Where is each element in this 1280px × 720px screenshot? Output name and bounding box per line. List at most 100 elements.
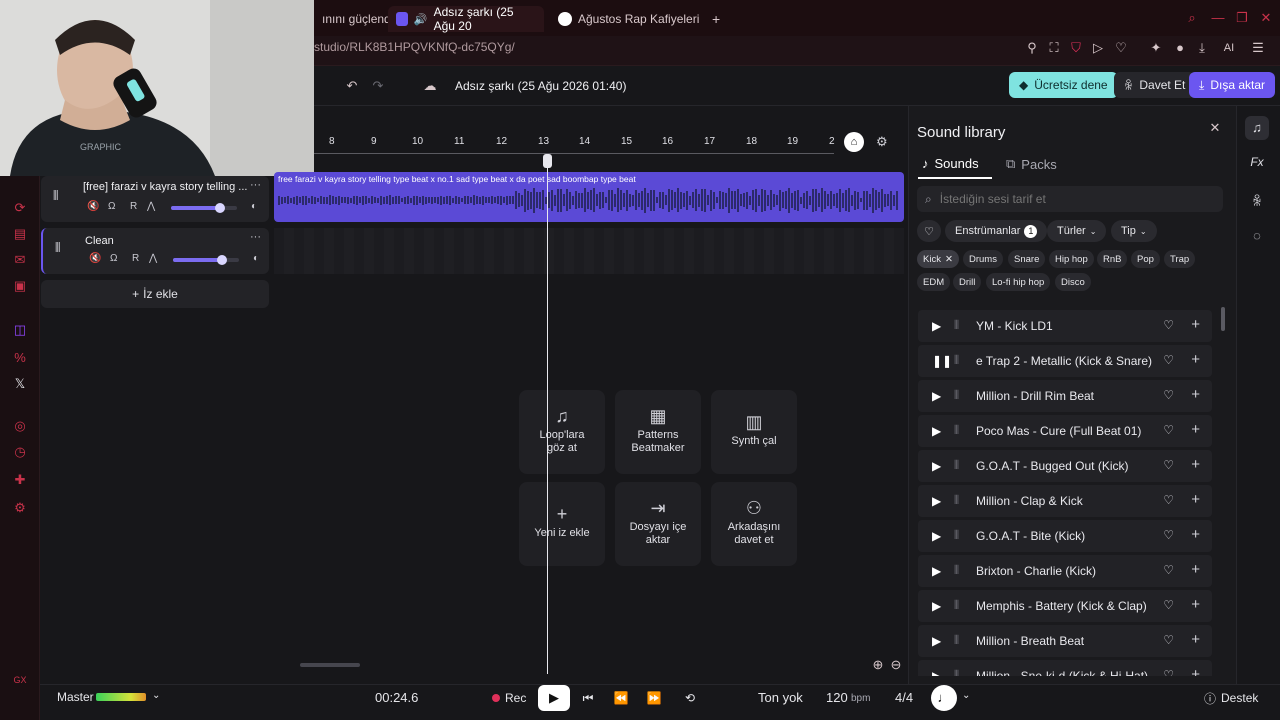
pan-knob-icon[interactable]: ◐ bbox=[253, 253, 259, 264]
invite-friend-tile[interactable]: ⚇ Arkadaşını davet et bbox=[711, 482, 797, 566]
bpm-value[interactable]: 120 bbox=[826, 690, 848, 705]
chip-rnb[interactable]: RnB bbox=[1097, 250, 1128, 268]
play-icon[interactable]: ▶ bbox=[932, 634, 944, 648]
play-icon[interactable]: ▶ bbox=[932, 529, 944, 543]
tab-sounds[interactable]: ♪ Sounds bbox=[922, 156, 979, 171]
sound-row[interactable]: ▶ ⫴ G.O.A.T - Bugged Out (Kick) ♡ + bbox=[918, 450, 1212, 482]
sound-search[interactable]: ⌕ bbox=[917, 186, 1223, 212]
try-free-button[interactable]: ◆ Ücretsiz dene bbox=[1009, 72, 1118, 98]
library-scrollbar[interactable] bbox=[1221, 307, 1225, 331]
song-title[interactable]: Adsız şarkı (25 Ağu 2026 01:40) bbox=[455, 79, 626, 93]
gx-icon[interactable]: GX bbox=[12, 672, 28, 688]
chip-pop[interactable]: Pop bbox=[1131, 250, 1160, 268]
timeline-ruler[interactable]: 8 9 10 11 12 13 14 15 16 17 18 19 2 ⌂ ⚙ bbox=[314, 130, 908, 154]
percent-icon[interactable]: % bbox=[12, 350, 28, 366]
add-sound-icon[interactable]: + bbox=[1191, 491, 1200, 508]
favorite-icon[interactable]: ♡ bbox=[1163, 318, 1174, 332]
chip-lofi[interactable]: Lo-fi hip hop bbox=[986, 273, 1051, 291]
refresh-icon[interactable]: ⟳ bbox=[12, 200, 28, 216]
heart-icon[interactable]: ♡ bbox=[1113, 40, 1129, 56]
favorite-icon[interactable]: ♡ bbox=[1163, 353, 1174, 367]
user-icon[interactable]: ● bbox=[1172, 40, 1188, 56]
horizontal-scrollbar[interactable] bbox=[300, 663, 360, 667]
playhead-handle[interactable] bbox=[543, 154, 552, 168]
chip-snare[interactable]: Snare bbox=[1008, 250, 1046, 268]
add-sound-icon[interactable]: + bbox=[1191, 421, 1200, 438]
record-arm-button[interactable]: R bbox=[130, 201, 137, 212]
sound-library-icon[interactable]: ♫ bbox=[1245, 116, 1269, 140]
favorite-icon[interactable]: ♡ bbox=[1163, 598, 1174, 612]
target-icon[interactable]: ◎ bbox=[12, 418, 28, 434]
remove-chip-icon[interactable]: ✕ bbox=[945, 254, 953, 265]
timeline-settings-icon[interactable]: ⚙ bbox=[876, 134, 888, 150]
bookmark-icon[interactable]: ⚲ bbox=[1024, 40, 1040, 56]
sound-row[interactable]: ▶ ⫴ Brixton - Charlie (Kick) ♡ + bbox=[918, 555, 1212, 587]
ai-button[interactable]: AI bbox=[1214, 40, 1244, 56]
speaker-icon[interactable]: 🔊 bbox=[414, 13, 428, 26]
clock-icon[interactable]: ◷ bbox=[12, 444, 28, 460]
browser-tab[interactable]: Ağustos Rap Kafiyeleri bbox=[550, 6, 707, 32]
url-field[interactable]: studio/RLK8B1HPQVKNfQ-dc75QYg/ bbox=[314, 40, 515, 54]
bag-icon[interactable]: ▤ bbox=[12, 226, 28, 242]
favorites-filter-button[interactable]: ♡ bbox=[917, 220, 941, 242]
media-icon[interactable]: ▣ bbox=[12, 278, 28, 294]
headphones-icon[interactable]: Ω bbox=[110, 253, 117, 264]
play-icon[interactable]: ▶ bbox=[932, 494, 944, 508]
metronome-button[interactable]: ♩ bbox=[931, 685, 957, 711]
import-file-tile[interactable]: ⇥ Dosyayı içe aktar bbox=[615, 482, 701, 566]
mute-icon[interactable]: 🔇 bbox=[87, 201, 99, 212]
screenshot-icon[interactable]: ⛶ bbox=[1046, 40, 1062, 56]
patterns-beatmaker-tile[interactable]: ▦ Patterns Beatmaker bbox=[615, 390, 701, 474]
volume-slider[interactable] bbox=[173, 255, 239, 265]
extensions-icon[interactable]: ✦ bbox=[1148, 40, 1164, 56]
master-chevron-icon[interactable]: ⌄ bbox=[152, 690, 160, 701]
track-title[interactable]: Clean bbox=[85, 235, 255, 247]
mail-icon[interactable]: ✉ bbox=[12, 252, 28, 268]
add-sound-icon[interactable]: + bbox=[1191, 596, 1200, 613]
new-track-tile[interactable]: + Yeni iz ekle bbox=[519, 482, 605, 566]
rewind-icon[interactable]: ⏪ bbox=[608, 688, 634, 708]
play-button[interactable]: ▶ bbox=[538, 685, 570, 711]
chip-disco[interactable]: Disco bbox=[1055, 273, 1091, 291]
audio-clip[interactable]: free farazi v kayra story telling type b… bbox=[274, 172, 904, 222]
time-display[interactable]: 00:24.6 bbox=[375, 690, 418, 705]
fx-button[interactable]: Fx bbox=[1245, 150, 1269, 174]
chevron-down-icon[interactable]: ⌄ bbox=[962, 690, 970, 701]
track-menu-icon[interactable]: ··· bbox=[250, 179, 261, 191]
collaborators-icon[interactable]: ꆜ bbox=[1245, 190, 1269, 214]
invite-button[interactable]: ꆜ Davet Et bbox=[1114, 72, 1196, 98]
chip-kick[interactable]: Kick ✕ bbox=[917, 250, 959, 268]
genres-filter[interactable]: Türler ⌄ bbox=[1047, 220, 1107, 242]
favorite-icon[interactable]: ♡ bbox=[1163, 563, 1174, 577]
type-filter[interactable]: Tip ⌄ bbox=[1111, 220, 1157, 242]
favorite-icon[interactable]: ♡ bbox=[1163, 423, 1174, 437]
favorite-icon[interactable]: ♡ bbox=[1163, 633, 1174, 647]
sound-row[interactable]: ▶ ⫴ Memphis - Battery (Kick & Clap) ♡ + bbox=[918, 590, 1212, 622]
undo-icon[interactable]: ↶ bbox=[344, 78, 360, 94]
add-sound-icon[interactable]: + bbox=[1191, 666, 1200, 676]
add-sound-icon[interactable]: + bbox=[1191, 561, 1200, 578]
key-selector[interactable]: Ton yok bbox=[758, 690, 803, 705]
sound-row[interactable]: ▶ ⫴ G.O.A.T - Bite (Kick) ♡ + bbox=[918, 520, 1212, 552]
automation-icon[interactable]: ⋀ bbox=[147, 201, 155, 212]
close-window-icon[interactable]: ✕ bbox=[1258, 10, 1274, 26]
tab-packs[interactable]: ⧉ Packs bbox=[1006, 156, 1057, 172]
add-sound-icon[interactable]: + bbox=[1191, 386, 1200, 403]
play-icon[interactable]: ▶ bbox=[932, 599, 944, 613]
play-icon[interactable]: ▶ bbox=[932, 564, 944, 578]
chip-hiphop[interactable]: Hip hop bbox=[1049, 250, 1094, 268]
track-title[interactable]: [free] farazi v kayra story telling ... bbox=[83, 181, 253, 193]
add-sound-icon[interactable]: + bbox=[1191, 316, 1200, 333]
loop-icon[interactable]: ⟲ bbox=[677, 688, 703, 708]
chip-edm[interactable]: EDM bbox=[917, 273, 951, 291]
browser-tab-active[interactable]: 🔊 Adsız şarkı (25 Ağu 20 bbox=[388, 5, 544, 33]
redo-icon[interactable]: ↷ bbox=[370, 78, 386, 94]
download-icon[interactable]: ⤓ bbox=[1194, 40, 1210, 56]
track-header[interactable]: ⫴ Clean ··· 🔇 Ω R ⋀ ◐ bbox=[41, 228, 269, 274]
track-lane[interactable] bbox=[274, 228, 904, 274]
favorite-icon[interactable]: ♡ bbox=[1163, 493, 1174, 507]
play-synth-tile[interactable]: ▥ Synth çal bbox=[711, 390, 797, 474]
zoom-in-icon[interactable]: ⊕ bbox=[870, 657, 886, 673]
playhead[interactable] bbox=[547, 154, 548, 674]
twitch-icon[interactable]: ◫ bbox=[12, 322, 28, 338]
